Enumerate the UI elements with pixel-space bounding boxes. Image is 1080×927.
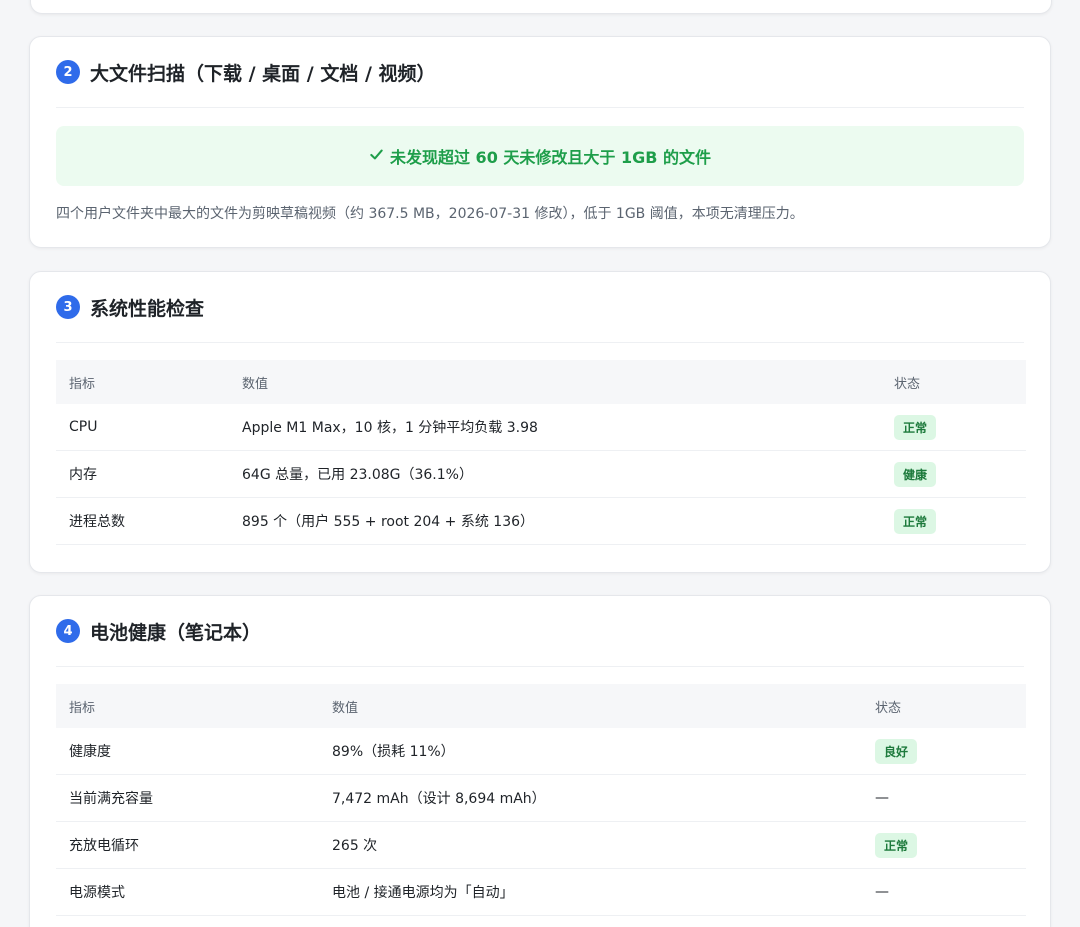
section-header: 2 大文件扫描（下载 / 桌面 / 文档 / 视频）: [56, 37, 1024, 108]
previous-card: [30, 0, 1052, 14]
metric-cell: 进程总数: [56, 497, 229, 545]
column-header-metric: 指标: [56, 360, 229, 404]
section-title: 系统性能检查: [90, 297, 205, 320]
status-cell: 健康: [881, 450, 1026, 498]
table-header-row: 指标 数值 状态: [56, 684, 1026, 728]
metric-cell: 充放电循环: [56, 821, 319, 869]
table-row: 当前满充容量 7,472 mAh（设计 8,694 mAh） —: [56, 774, 1026, 822]
section-title: 大文件扫描（下载 / 桌面 / 文档 / 视频）: [90, 62, 436, 85]
section-large-file-scan: 2 大文件扫描（下载 / 桌面 / 文档 / 视频） 未发现超过 60 天未修改…: [29, 36, 1051, 248]
report-page: 2 大文件扫描（下载 / 桌面 / 文档 / 视频） 未发现超过 60 天未修改…: [0, 0, 1080, 927]
column-header-status: 状态: [881, 360, 1026, 404]
section-number-badge: 3: [56, 295, 80, 319]
status-badge: 正常: [894, 414, 937, 440]
value-cell: 89%（损耗 11%）: [319, 728, 862, 775]
value-cell: 64G 总量，已用 23.08G（36.1%）: [229, 450, 881, 498]
check-icon: [369, 147, 384, 166]
column-header-status: 状态: [862, 684, 1026, 728]
status-cell: 正常: [881, 497, 1026, 545]
table-row: 电源模式 电池 / 接通电源均为「自动」 —: [56, 868, 1026, 916]
metric-cell: 电源模式: [56, 868, 319, 916]
section-system-performance: 3 系统性能检查 指标 数值 状态 CPU Apple M1 Max，10 核，…: [29, 271, 1051, 573]
scan-note: 四个用户文件夹中最大的文件为剪映草稿视频（约 367.5 MB，2026-07-…: [56, 206, 804, 222]
status-cell: 正常: [862, 821, 1026, 869]
banner-text: 未发现超过 60 天未修改且大于 1GB 的文件: [389, 148, 711, 167]
status-cell: 良好: [862, 728, 1026, 775]
value-cell: 895 个（用户 555 + root 204 + 系统 136）: [229, 497, 881, 545]
status-cell: —: [862, 868, 1026, 916]
status-badge: 健康: [894, 461, 937, 487]
status-cell: —: [862, 774, 1026, 822]
section-number-badge: 4: [56, 619, 80, 643]
section-number-badge: 2: [56, 60, 80, 84]
value-cell: 265 次: [319, 821, 862, 869]
status-badge: 正常: [894, 508, 937, 534]
table-row: CPU Apple M1 Max，10 核，1 分钟平均负载 3.98 正常: [56, 404, 1026, 451]
table-row: 健康度 89%（损耗 11%） 良好: [56, 728, 1026, 775]
table-row: 进程总数 895 个（用户 555 + root 204 + 系统 136） 正…: [56, 497, 1026, 545]
section-title: 电池健康（笔记本）: [90, 621, 262, 644]
table-row: 内存 64G 总量，已用 23.08G（36.1%） 健康: [56, 450, 1026, 498]
column-header-value: 数值: [229, 360, 881, 404]
status-empty: —: [875, 790, 889, 806]
table-header-row: 指标 数值 状态: [56, 360, 1026, 404]
metric-cell: CPU: [56, 404, 229, 451]
value-cell: 电池 / 接通电源均为「自动」: [319, 868, 862, 916]
performance-table: 指标 数值 状态 CPU Apple M1 Max，10 核，1 分钟平均负载 …: [56, 360, 1026, 545]
value-cell: Apple M1 Max，10 核，1 分钟平均负载 3.98: [229, 404, 881, 451]
metric-cell: 内存: [56, 450, 229, 498]
status-cell: 正常: [881, 404, 1026, 451]
column-header-metric: 指标: [56, 684, 319, 728]
value-cell: 7,472 mAh（设计 8,694 mAh）: [319, 774, 862, 822]
section-header: 4 电池健康（笔记本）: [56, 596, 1024, 667]
table-row: 充放电循环 265 次 正常: [56, 821, 1026, 869]
metric-cell: 当前满充容量: [56, 774, 319, 822]
section-header: 3 系统性能检查: [56, 272, 1024, 343]
status-badge: 良好: [875, 738, 918, 764]
battery-table: 指标 数值 状态 健康度 89%（损耗 11%） 良好 当前满充容量 7,472…: [56, 684, 1026, 916]
status-empty: —: [875, 884, 889, 900]
section-battery-health: 4 电池健康（笔记本） 指标 数值 状态 健康度 89%（损耗 11%） 良好 …: [29, 595, 1051, 927]
success-banner: 未发现超过 60 天未修改且大于 1GB 的文件: [56, 126, 1024, 186]
status-badge: 正常: [875, 832, 918, 858]
metric-cell: 健康度: [56, 728, 319, 775]
column-header-value: 数值: [319, 684, 862, 728]
